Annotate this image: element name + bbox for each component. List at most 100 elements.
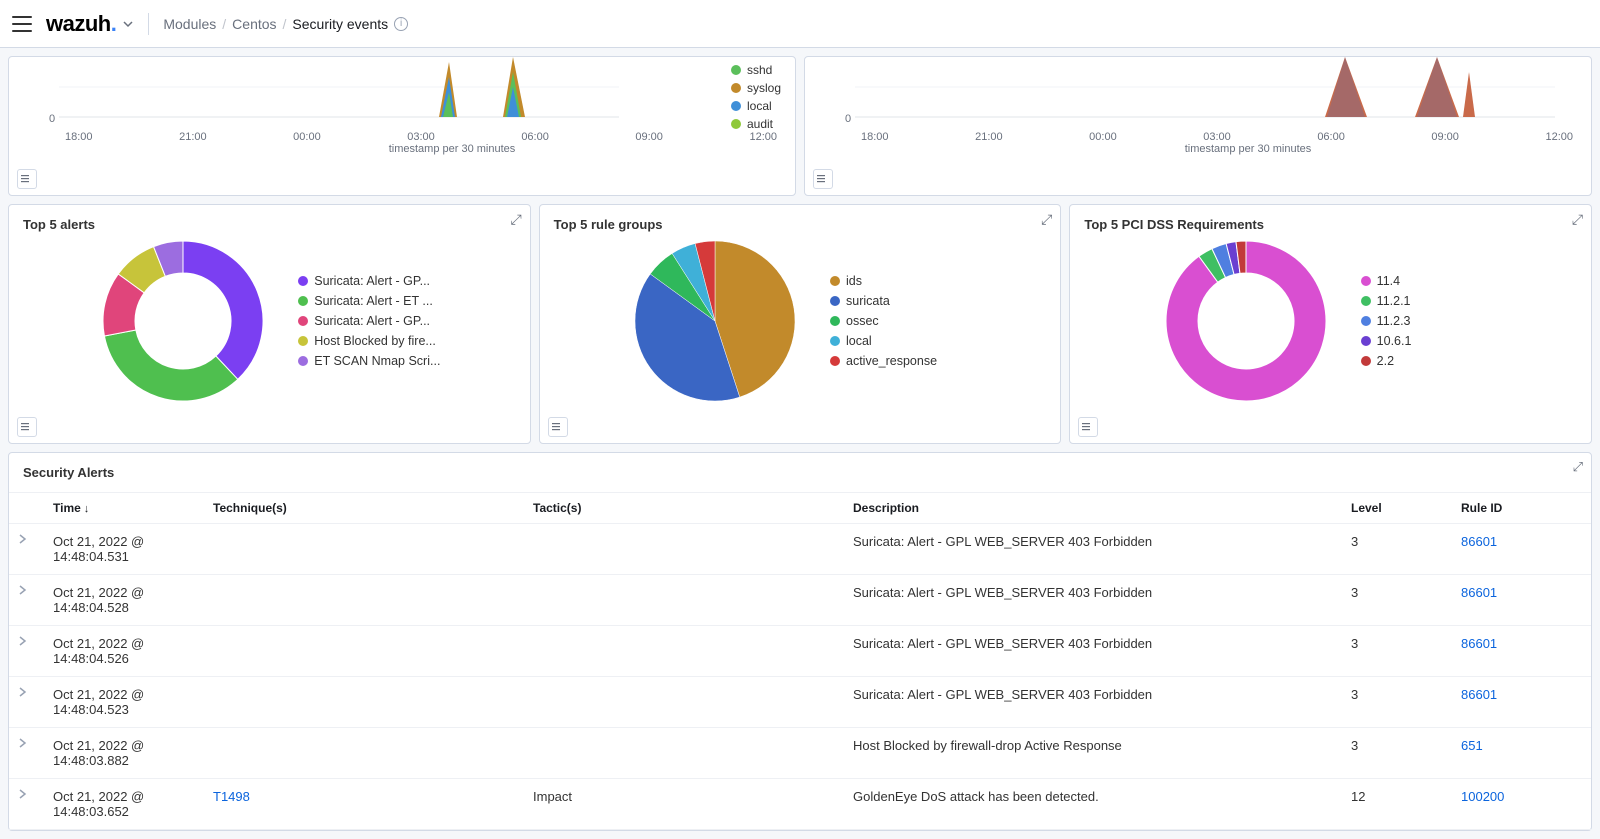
rule-id-link[interactable]: 651: [1461, 738, 1483, 753]
col-description[interactable]: Description: [843, 493, 1341, 524]
cell-level: 3: [1341, 524, 1451, 575]
x-tick: 12:00: [1545, 131, 1573, 143]
expand-icon[interactable]: ⤢: [1573, 459, 1583, 475]
legend-label: Host Blocked by fire...: [314, 334, 436, 348]
cell-tactics: [523, 626, 843, 677]
expand-row-icon[interactable]: [9, 728, 43, 779]
legend: 11.4 11.2.1 11.2.3 10.6.1 2.2: [1361, 274, 1501, 368]
legend-swatch: [830, 276, 840, 286]
info-icon[interactable]: i: [394, 17, 408, 31]
cell-tactics: [523, 728, 843, 779]
expand-icon[interactable]: ⤢: [1572, 211, 1583, 228]
legend: Suricata: Alert - GP... Suricata: Alert -…: [298, 274, 440, 368]
crumb-agent[interactable]: Centos: [232, 16, 276, 32]
chart-segment[interactable]: [105, 330, 238, 401]
technique-link[interactable]: T1498: [213, 789, 250, 804]
cell-rule-id: 86601: [1451, 575, 1591, 626]
legend-item[interactable]: local: [830, 334, 970, 348]
expand-row-icon[interactable]: [9, 677, 43, 728]
legend-swatch: [830, 296, 840, 306]
legend-item[interactable]: 11.4: [1361, 274, 1501, 288]
panel-title: Top 5 rule groups: [540, 205, 1061, 236]
legend-item[interactable]: Suricata: Alert - ET ...: [298, 294, 440, 308]
cell-time: Oct 21, 2022 @ 14:48:04.526: [43, 626, 203, 677]
panel-alert-evolution-left: sshdsysloglocalaudit 0 18:0021:0000:0003…: [8, 56, 796, 196]
chart-segment[interactable]: [183, 241, 263, 379]
legend-item[interactable]: Suricata: Alert - GP...: [298, 274, 440, 288]
cell-description: Suricata: Alert - GPL WEB_SERVER 403 For…: [843, 575, 1341, 626]
expand-row-icon[interactable]: [9, 779, 43, 830]
x-axis-label: timestamp per 30 minutes: [59, 143, 796, 155]
legend-item[interactable]: Suricata: Alert - GP...: [298, 314, 440, 328]
expand-row-icon[interactable]: [9, 575, 43, 626]
donut-chart-top5-pci: [1161, 236, 1331, 406]
top-bar: wazuh. Modules / Centos / Security event…: [0, 0, 1600, 48]
legend-item[interactable]: Host Blocked by fire...: [298, 334, 440, 348]
x-axis-label: timestamp per 30 minutes: [855, 143, 1592, 155]
legend-item[interactable]: ET SCAN Nmap Scri...: [298, 354, 440, 368]
inspect-icon[interactable]: [17, 417, 37, 437]
inspect-icon[interactable]: [548, 417, 568, 437]
cell-time: Oct 21, 2022 @ 14:48:04.531: [43, 524, 203, 575]
legend-item[interactable]: ossec: [830, 314, 970, 328]
x-tick: 03:00: [1203, 131, 1231, 143]
table-row: Oct 21, 2022 @ 14:48:04.528Suricata: Ale…: [9, 575, 1591, 626]
col-level[interactable]: Level: [1341, 493, 1451, 524]
legend-item[interactable]: 2.2: [1361, 354, 1501, 368]
chevron-down-icon[interactable]: [122, 18, 134, 30]
expand-row-icon[interactable]: [9, 524, 43, 575]
brand-logo[interactable]: wazuh.: [46, 11, 116, 37]
legend-item[interactable]: 11.2.3: [1361, 314, 1501, 328]
crumb-modules[interactable]: Modules: [163, 16, 216, 32]
rule-id-link[interactable]: 86601: [1461, 585, 1497, 600]
cell-level: 3: [1341, 728, 1451, 779]
legend-swatch: [298, 316, 308, 326]
legend-item[interactable]: 11.2.1: [1361, 294, 1501, 308]
col-techniques[interactable]: Technique(s): [203, 493, 523, 524]
rule-id-link[interactable]: 86601: [1461, 636, 1497, 651]
legend-swatch: [1361, 336, 1371, 346]
x-ticks: 18:0021:0000:0003:0006:0009:0012:00: [59, 131, 783, 143]
legend-swatch: [1361, 316, 1371, 326]
legend-item[interactable]: ids: [830, 274, 970, 288]
table-header-row: Time↓ Technique(s) Tactic(s) Description…: [9, 493, 1591, 524]
col-tactics[interactable]: Tactic(s): [523, 493, 843, 524]
cell-rule-id: 86601: [1451, 524, 1591, 575]
crumb-current: Security events: [292, 16, 388, 32]
cell-level: 12: [1341, 779, 1451, 830]
cell-rule-id: 86601: [1451, 677, 1591, 728]
expand-icon[interactable]: ⤢: [1041, 211, 1052, 228]
brand-dot: .: [111, 11, 117, 36]
expand-icon[interactable]: ⤢: [510, 211, 521, 228]
cell-techniques: [203, 677, 523, 728]
divider: [148, 13, 149, 35]
legend-label: 11.2.1: [1377, 294, 1411, 308]
x-tick: 21:00: [179, 131, 207, 143]
inspect-icon[interactable]: [1078, 417, 1098, 437]
rule-id-link[interactable]: 86601: [1461, 534, 1497, 549]
x-tick: 09:00: [1431, 131, 1459, 143]
cell-tactics: [523, 575, 843, 626]
cell-techniques: [203, 575, 523, 626]
legend-item[interactable]: suricata: [830, 294, 970, 308]
y-tick-0: 0: [845, 113, 851, 125]
cell-techniques: [203, 728, 523, 779]
cell-description: Host Blocked by firewall-drop Active Res…: [843, 728, 1341, 779]
expand-row-icon[interactable]: [9, 626, 43, 677]
legend-swatch: [298, 296, 308, 306]
inspect-icon[interactable]: [813, 169, 833, 189]
legend-item[interactable]: active_response: [830, 354, 970, 368]
cell-description: Suricata: Alert - GPL WEB_SERVER 403 For…: [843, 626, 1341, 677]
col-time[interactable]: Time↓: [43, 493, 203, 524]
col-rule-id[interactable]: Rule ID: [1451, 493, 1591, 524]
cell-description: GoldenEye DoS attack has been detected.: [843, 779, 1341, 830]
cell-level: 3: [1341, 575, 1451, 626]
panel-title: Top 5 PCI DSS Requirements: [1070, 205, 1591, 236]
panel-top5-alerts: ⤢ Top 5 alerts Suricata: Alert - GP...Su…: [8, 204, 531, 444]
legend-item[interactable]: 10.6.1: [1361, 334, 1501, 348]
rule-id-link[interactable]: 86601: [1461, 687, 1497, 702]
menu-icon[interactable]: [12, 16, 32, 32]
legend-swatch: [1361, 276, 1371, 286]
inspect-icon[interactable]: [17, 169, 37, 189]
rule-id-link[interactable]: 100200: [1461, 789, 1504, 804]
